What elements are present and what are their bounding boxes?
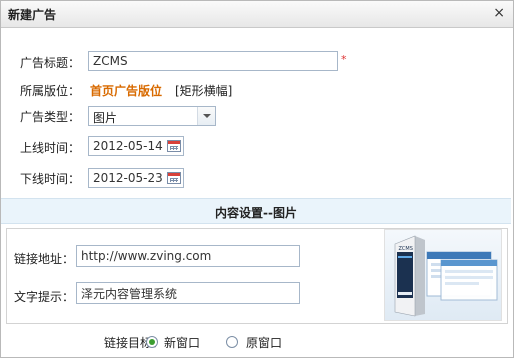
product-box-image: ZCMS: [394, 235, 498, 317]
link-label: 链接地址：: [14, 252, 75, 266]
ad-image-preview[interactable]: ZCMS: [384, 229, 502, 321]
end-date-label: 下线时间：: [20, 172, 81, 186]
start-date-input[interactable]: 2012-05-14: [88, 136, 184, 156]
ad-type-label: 广告类型：: [20, 110, 81, 124]
ad-slot-label: 所属版位：: [20, 84, 81, 98]
chevron-down-icon[interactable]: [197, 107, 215, 125]
end-date-input[interactable]: 2012-05-23: [88, 168, 184, 188]
radio-same-window-label[interactable]: 原窗口: [246, 334, 282, 351]
radio-new-window-label[interactable]: 新窗口: [164, 334, 200, 351]
content-section-title: 内容设置--图片: [215, 206, 297, 220]
ad-slot-name: 首页广告版位: [90, 84, 163, 98]
end-date-value: 2012-05-23: [93, 171, 163, 185]
dialog-title: 新建广告: [8, 8, 57, 22]
preview-brand-text: ZCMS: [399, 246, 413, 252]
start-date-value: 2012-05-14: [93, 139, 163, 153]
required-mark: *: [341, 53, 347, 66]
link-url-input[interactable]: [76, 245, 300, 267]
dialog-titlebar[interactable]: 新建广告 ×: [1, 1, 513, 28]
ad-type-select[interactable]: 图片: [88, 106, 216, 126]
calendar-icon[interactable]: [167, 140, 181, 152]
close-icon[interactable]: ×: [493, 5, 505, 21]
calendar-icon[interactable]: [167, 172, 181, 184]
alt-text-input[interactable]: [76, 282, 300, 304]
ad-slot-type: [矩形横幅]: [175, 84, 233, 98]
alt-text-label: 文字提示：: [14, 290, 75, 304]
content-section-bar: 内容设置--图片: [1, 198, 511, 224]
ad-type-value: 图片: [93, 111, 118, 125]
start-date-label: 上线时间：: [20, 141, 81, 155]
radio-new-window[interactable]: [146, 336, 158, 348]
radio-same-window[interactable]: [226, 336, 238, 348]
ad-title-input[interactable]: [88, 51, 338, 71]
ad-title-label: 广告标题：: [20, 56, 81, 70]
